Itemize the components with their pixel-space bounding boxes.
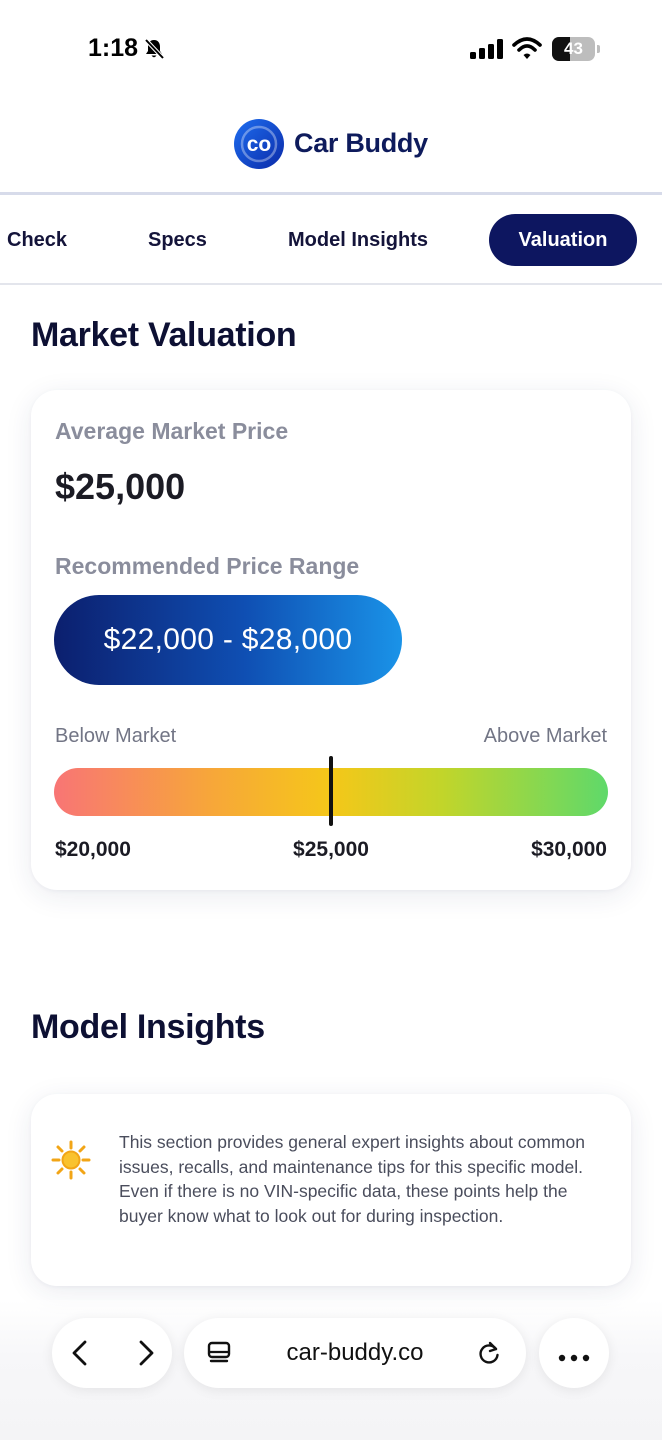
price-range-pill: $22,000 - $28,000 (54, 595, 402, 685)
insights-card: This section provides general expert ins… (31, 1094, 631, 1286)
battery-level: 43 (564, 39, 583, 58)
price-marker (329, 756, 333, 826)
tab-specs[interactable]: Specs (148, 196, 207, 284)
tab-valuation[interactable]: Valuation (489, 214, 637, 266)
battery-body: 43 (552, 37, 595, 61)
battery-icon: 43 (552, 37, 600, 61)
insights-text: This section provides general expert ins… (119, 1132, 585, 1226)
below-market-label: Below Market (55, 725, 177, 747)
market-valuation-title: Market Valuation (31, 316, 297, 354)
bell-off-icon (143, 38, 165, 65)
reader-mode-icon[interactable] (206, 1340, 232, 1371)
back-arrow-icon[interactable] (66, 1338, 96, 1368)
wifi-icon (512, 36, 542, 65)
valuation-card: Average Market Price $25,000 Recommended… (31, 390, 631, 890)
forward-arrow-icon[interactable] (130, 1338, 160, 1368)
logo-letters: co (247, 133, 272, 156)
average-price-value: $25,000 (55, 466, 186, 507)
cellular-signal-icon (470, 39, 504, 64)
tab-model-insights[interactable]: Model Insights (288, 196, 428, 284)
sun-icon (51, 1140, 91, 1185)
address-bar[interactable]: car-buddy.co (184, 1318, 526, 1388)
app-name: Car Buddy (294, 128, 428, 158)
app-header: co Car Buddy (0, 100, 662, 194)
status-time: 1:18 (88, 34, 139, 62)
page: 1:18 43 co Car Buddy Check Specs Model I… (0, 0, 662, 1440)
more-button[interactable] (539, 1318, 609, 1388)
battery-cap (597, 45, 600, 53)
url-text[interactable]: car-buddy.co (184, 1318, 526, 1388)
above-market-label: Above Market (483, 725, 607, 747)
tab-check[interactable]: Check (7, 196, 67, 284)
tabs-divider (0, 283, 662, 285)
scale-mid-label: $25,000 (293, 838, 369, 861)
model-insights-title: Model Insights (31, 1008, 265, 1046)
average-price-label: Average Market Price (55, 418, 289, 444)
browser-toolbar: car-buddy.co (0, 1300, 662, 1440)
more-icon[interactable] (557, 1349, 591, 1367)
scale-max-label: $30,000 (531, 838, 607, 861)
nav-buttons (52, 1318, 172, 1388)
scale-min-label: $20,000 (55, 838, 131, 861)
header-divider (0, 192, 662, 195)
status-bar: 1:18 43 (0, 0, 662, 100)
reload-icon[interactable] (476, 1340, 502, 1371)
car-buddy-logo-icon[interactable]: co (233, 118, 285, 170)
price-range-label: Recommended Price Range (55, 553, 360, 579)
tab-bar: Check Specs Model Insights Valuation (0, 196, 662, 284)
